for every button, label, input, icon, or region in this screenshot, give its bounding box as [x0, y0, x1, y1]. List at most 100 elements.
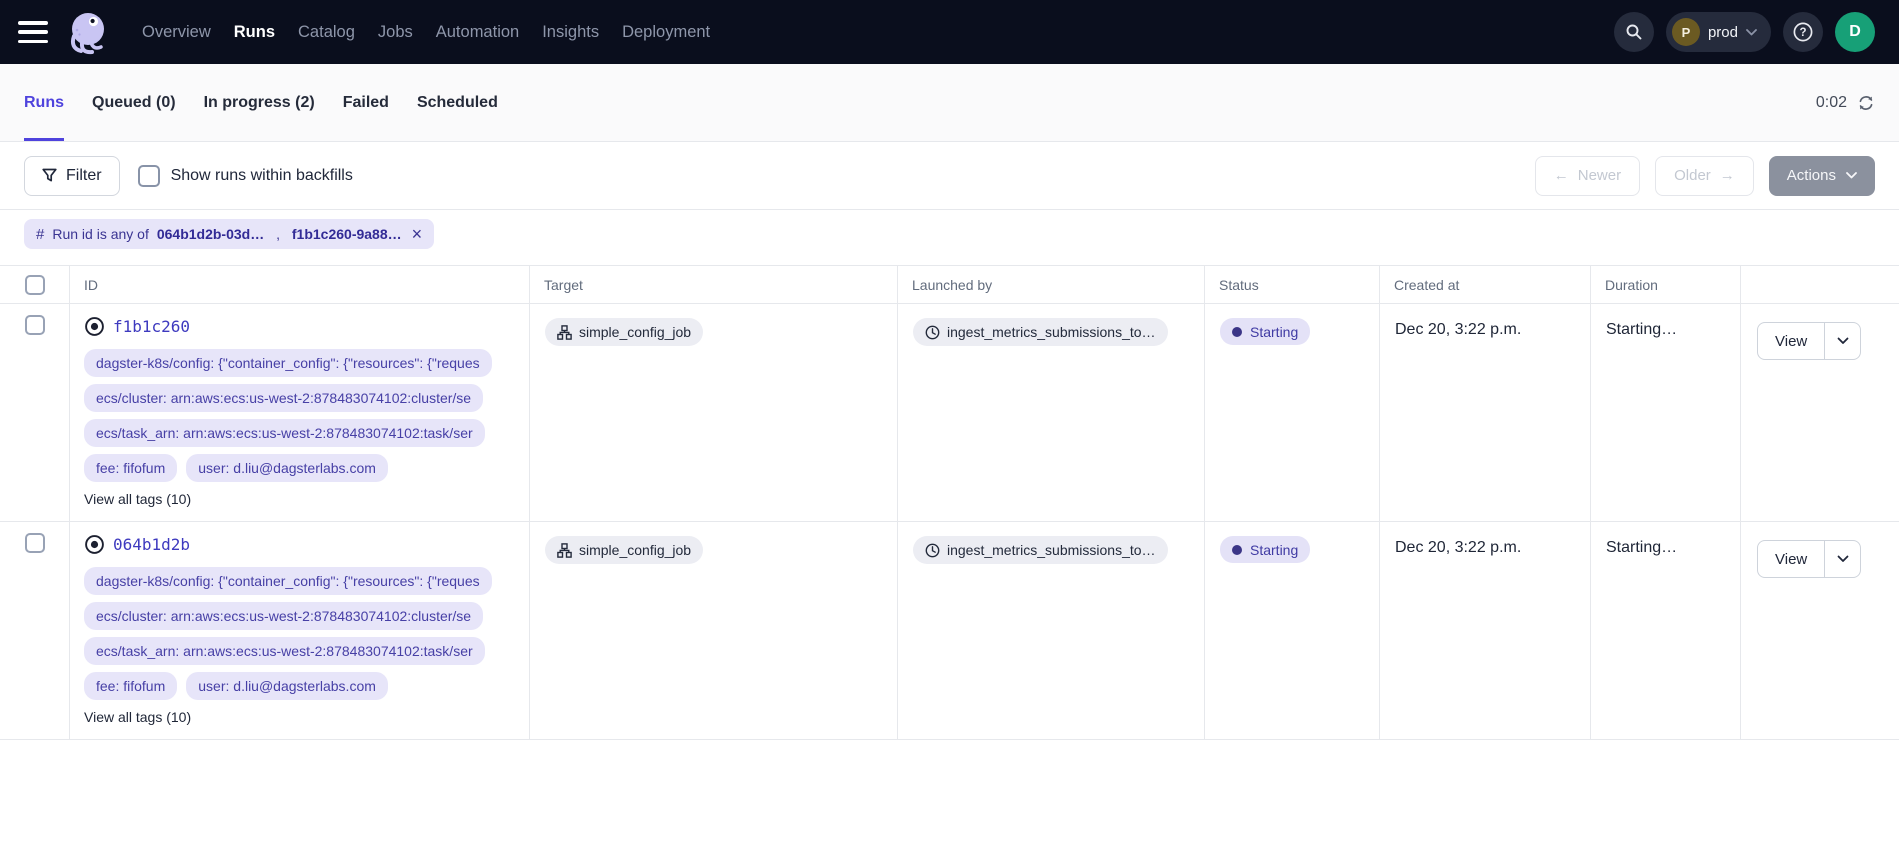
older-button[interactable]: Older → — [1655, 156, 1754, 196]
funnel-icon — [42, 168, 57, 183]
job-graph-icon — [557, 543, 572, 558]
tab-in-progress[interactable]: In progress (2) — [204, 64, 315, 141]
clock-icon — [925, 325, 940, 340]
top-navigation: Overview Runs Catalog Jobs Automation In… — [0, 0, 1899, 64]
view-all-tags-link[interactable]: View all tags (10) — [84, 709, 191, 725]
status-badge: Starting — [1220, 536, 1310, 563]
remove-filter-icon[interactable]: × — [410, 225, 423, 243]
view-all-tags-link[interactable]: View all tags (10) — [84, 491, 191, 507]
row-checkbox[interactable] — [25, 533, 45, 553]
launched-by-pill[interactable]: ingest_metrics_submissions_to… — [913, 536, 1168, 564]
show-backfills-toggle[interactable]: Show runs within backfills — [138, 165, 353, 187]
tab-runs[interactable]: Runs — [24, 64, 64, 141]
hamburger-menu-icon[interactable] — [18, 21, 48, 43]
column-header-actions — [1741, 266, 1899, 303]
column-header-duration: Duration — [1591, 266, 1741, 303]
nav-item-deployment[interactable]: Deployment — [622, 23, 710, 42]
select-all-checkbox[interactable] — [25, 275, 45, 295]
run-tag[interactable]: user: d.liu@dagsterlabs.com — [186, 454, 388, 482]
column-header-target: Target — [530, 266, 898, 303]
arrow-left-icon: ← — [1554, 167, 1569, 184]
help-icon: ? — [1792, 21, 1814, 43]
column-header-launched-by: Launched by — [898, 266, 1205, 303]
chevron-down-icon — [1846, 172, 1857, 179]
status-dot-icon — [1232, 327, 1242, 337]
status-dot-icon — [1232, 545, 1242, 555]
filter-button-label: Filter — [66, 167, 102, 185]
view-run-button[interactable]: View — [1758, 541, 1824, 577]
run-tag[interactable]: dagster-k8s/config: {"container_config":… — [84, 567, 492, 595]
filter-chip-run-id-1: 064b1d2b-03d… — [157, 226, 264, 242]
run-id-link[interactable]: f1b1c260 — [113, 317, 190, 336]
older-label: Older — [1674, 167, 1711, 184]
status-label: Starting — [1250, 542, 1298, 558]
newer-label: Newer — [1578, 167, 1621, 184]
dagster-logo[interactable] — [62, 6, 114, 58]
nav-item-catalog[interactable]: Catalog — [298, 23, 355, 42]
deployment-switcher[interactable]: P prod — [1666, 12, 1771, 52]
duration-value: Starting… — [1591, 304, 1741, 521]
search-icon — [1625, 23, 1643, 41]
chevron-down-icon — [1837, 337, 1849, 345]
run-tag[interactable]: fee: fifofum — [84, 454, 177, 482]
filter-button[interactable]: Filter — [24, 156, 120, 196]
table-row: f1b1c260 dagster-k8s/config: {"container… — [0, 304, 1899, 522]
nav-item-automation[interactable]: Automation — [436, 23, 519, 42]
target-label: simple_config_job — [579, 324, 691, 340]
deployment-name: prod — [1708, 24, 1738, 41]
nav-item-runs[interactable]: Runs — [234, 23, 275, 42]
duration-value: Starting… — [1591, 522, 1741, 739]
primary-nav: Overview Runs Catalog Jobs Automation In… — [142, 23, 710, 42]
target-pill[interactable]: simple_config_job — [545, 318, 703, 346]
chevron-down-icon — [1746, 29, 1757, 36]
svg-text:?: ? — [1799, 27, 1806, 39]
runs-tabs-bar: Runs Queued (0) In progress (2) Failed S… — [0, 64, 1899, 142]
run-id-link[interactable]: 064b1d2b — [113, 535, 190, 554]
tab-scheduled[interactable]: Scheduled — [417, 64, 498, 141]
target-pill[interactable]: simple_config_job — [545, 536, 703, 564]
run-tag[interactable]: ecs/cluster: arn:aws:ecs:us-west-2:87848… — [84, 384, 483, 412]
created-at-value: Dec 20, 3:22 p.m. — [1380, 304, 1591, 521]
refresh-icon[interactable] — [1857, 94, 1875, 112]
nav-item-overview[interactable]: Overview — [142, 23, 211, 42]
view-run-menu-button[interactable] — [1824, 323, 1860, 359]
run-tag[interactable]: ecs/cluster: arn:aws:ecs:us-west-2:87848… — [84, 602, 483, 630]
search-button[interactable] — [1614, 12, 1654, 52]
view-run-menu-button[interactable] — [1824, 541, 1860, 577]
launched-by-label: ingest_metrics_submissions_to… — [947, 542, 1156, 558]
nav-item-jobs[interactable]: Jobs — [378, 23, 413, 42]
actions-button[interactable]: Actions — [1769, 156, 1875, 196]
show-backfills-label: Show runs within backfills — [171, 167, 353, 185]
row-checkbox[interactable] — [25, 315, 45, 335]
deployment-avatar: P — [1672, 18, 1700, 46]
actions-label: Actions — [1787, 167, 1836, 184]
tab-failed[interactable]: Failed — [343, 64, 389, 141]
arrow-right-icon: → — [1720, 167, 1735, 184]
active-filters-row: # Run id is any of 064b1d2b-03d… , f1b1c… — [0, 210, 1899, 265]
launched-by-pill[interactable]: ingest_metrics_submissions_to… — [913, 318, 1168, 346]
refresh-countdown: 0:02 — [1816, 94, 1847, 112]
hash-icon: # — [36, 226, 44, 243]
column-header-status: Status — [1205, 266, 1380, 303]
nav-item-insights[interactable]: Insights — [542, 23, 599, 42]
column-header-id: ID — [70, 266, 530, 303]
status-badge: Starting — [1220, 318, 1310, 345]
run-tag[interactable]: fee: fifofum — [84, 672, 177, 700]
user-avatar[interactable]: D — [1835, 12, 1875, 52]
run-status-spinner-icon — [84, 534, 105, 555]
run-tag[interactable]: ecs/task_arn: arn:aws:ecs:us-west-2:8784… — [84, 419, 485, 447]
run-status-spinner-icon — [84, 316, 105, 337]
newer-button[interactable]: ← Newer — [1535, 156, 1640, 196]
show-backfills-checkbox[interactable] — [138, 165, 160, 187]
help-button[interactable]: ? — [1783, 12, 1823, 52]
run-tag[interactable]: user: d.liu@dagsterlabs.com — [186, 672, 388, 700]
run-tag[interactable]: dagster-k8s/config: {"container_config":… — [84, 349, 492, 377]
view-run-button[interactable]: View — [1758, 323, 1824, 359]
job-graph-icon — [557, 325, 572, 340]
filter-chip-run-id-2: f1b1c260-9a88… — [292, 226, 402, 242]
tab-queued[interactable]: Queued (0) — [92, 64, 176, 141]
runs-toolbar: Filter Show runs within backfills ← Newe… — [0, 142, 1899, 210]
run-id-filter-chip[interactable]: # Run id is any of 064b1d2b-03d… , f1b1c… — [24, 219, 434, 249]
column-header-created-at: Created at — [1380, 266, 1591, 303]
run-tag[interactable]: ecs/task_arn: arn:aws:ecs:us-west-2:8784… — [84, 637, 485, 665]
